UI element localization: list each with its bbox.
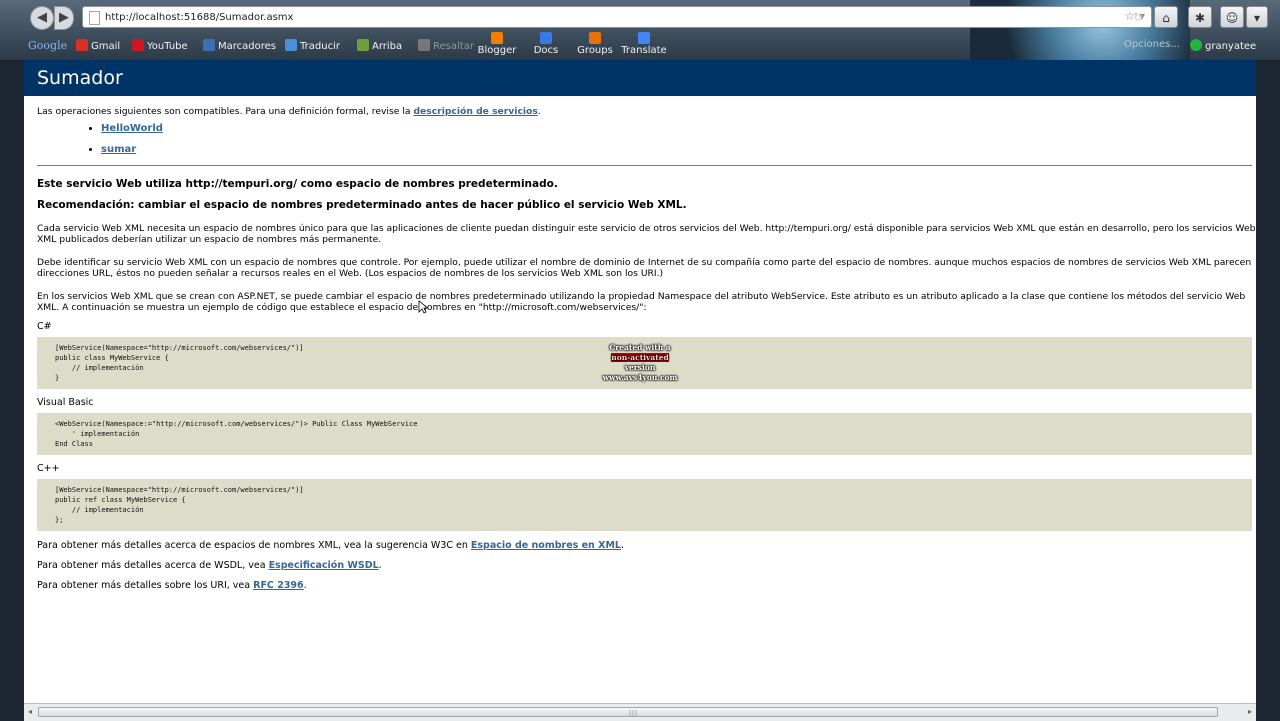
list-item: HelloWorld [101, 123, 1256, 134]
bookmark-resaltar[interactable]: Resaltar [418, 39, 474, 52]
reload-icon: ↻ [1132, 10, 1144, 24]
watermark: Created with a non-activated version www… [602, 343, 678, 382]
intro-paragraph: Las operaciones siguientes son compatibl… [37, 106, 541, 117]
mouse-cursor-icon [418, 300, 428, 314]
divider [37, 165, 1252, 166]
paragraph: Cada servicio Web XML necesita un espaci… [37, 223, 1256, 245]
google-brand[interactable]: Google [28, 39, 67, 52]
rfc-link[interactable]: RFC 2396 [253, 580, 304, 591]
scrollbar-thumb[interactable]: ||| [38, 707, 1218, 717]
navigation-bar: ◀ ▶ ☆ ▾ ↻ ⌂ ✱ ☺ ▾ [0, 0, 1280, 34]
bookmark-gmail[interactable]: Gmail [76, 39, 120, 52]
back-arrow-icon: ◀ [37, 10, 47, 25]
gmail-icon [76, 39, 88, 51]
app-groups[interactable]: Groups [569, 32, 621, 56]
star-bookmark-icon [203, 39, 215, 51]
footer-note: Para obtener más detalles acerca de espa… [37, 540, 624, 551]
service-description-link[interactable]: descripción de servicios [413, 106, 537, 117]
bookmark-youtube[interactable]: YouTube [132, 39, 188, 52]
code-sample-vb: <WebService(Namespace:="http://microsoft… [37, 413, 1252, 455]
code-language-label: Visual Basic [37, 397, 94, 408]
paragraph: Debe identificar su servicio Web XML con… [37, 257, 1252, 279]
bookmark-traducir[interactable]: Traducir [285, 39, 340, 52]
menu-button[interactable]: ▾ [1246, 6, 1268, 28]
page-icon [89, 11, 100, 25]
arrow-up-icon [357, 39, 369, 51]
wsdl-spec-link[interactable]: Especificación WSDL [269, 560, 379, 571]
grip-icon: ||| [629, 710, 639, 717]
pencil-icon [418, 39, 430, 51]
footer-note: Para obtener más detalles acerca de WSDL… [37, 560, 382, 571]
online-status-icon [1190, 39, 1202, 51]
user-profile[interactable]: granyatee [1190, 39, 1256, 52]
translate-app-icon [638, 32, 650, 44]
home-button[interactable]: ⌂ [1154, 6, 1178, 28]
horizontal-scrollbar[interactable]: ◂ ||| ▸ [24, 703, 1256, 721]
xml-namespace-link[interactable]: Espacio de nombres en XML [471, 540, 621, 551]
paragraph: En los servicios Web XML que se crean co… [37, 291, 1246, 313]
code-language-label: C++ [37, 463, 60, 474]
bookmark-arriba[interactable]: Arriba [357, 39, 402, 52]
browser-chrome: ◀ ▶ ☆ ▾ ↻ ⌂ ✱ ☺ ▾ Google Gmail YouTube M… [0, 0, 1280, 60]
bookmark-star-icon: ✱ [1194, 11, 1206, 25]
smiley-icon: ☺ [1225, 11, 1239, 25]
wrench-icon: ▾ [1253, 11, 1261, 25]
operation-link-sumar[interactable]: sumar [101, 144, 136, 155]
bookmark-marcadores[interactable]: Marcadores [203, 39, 276, 52]
reload-button[interactable]: ↻ [1126, 6, 1150, 28]
app-translate[interactable]: Translate [618, 32, 670, 56]
page-title: Sumador [24, 60, 1256, 96]
scroll-left-icon[interactable]: ◂ [28, 707, 32, 716]
footer-note: Para obtener más detalles sobre los URI,… [37, 580, 307, 591]
back-button[interactable]: ◀ [30, 6, 54, 30]
options-label[interactable]: Opciones... [1124, 39, 1180, 50]
youtube-icon [132, 39, 144, 51]
app-blogger[interactable]: Blogger [471, 32, 523, 56]
app-docs[interactable]: Docs [520, 32, 572, 56]
operation-link-helloworld[interactable]: HelloWorld [101, 123, 163, 134]
extension-button[interactable]: ☺ [1220, 6, 1244, 28]
bookmark-manager-button[interactable]: ✱ [1188, 6, 1212, 28]
namespace-heading: Este servicio Web utiliza http://tempuri… [37, 178, 558, 190]
address-bar[interactable]: ☆ ▾ [82, 6, 1152, 28]
code-sample-cpp: [WebService(Namespace="http://microsoft.… [37, 479, 1252, 531]
forward-button[interactable]: ▶ [54, 6, 74, 30]
blogger-icon [491, 32, 503, 44]
web-page: Sumador Las operaciones siguientes son c… [24, 60, 1256, 703]
scroll-right-icon[interactable]: ▸ [1248, 707, 1252, 716]
forward-arrow-icon: ▶ [59, 10, 69, 25]
code-language-label: C# [37, 321, 52, 332]
list-item: sumar [101, 144, 1256, 155]
url-input[interactable] [105, 9, 1085, 25]
recommendation-heading: Recomendación: cambiar el espacio de nom… [37, 199, 687, 211]
operations-list: HelloWorld sumar [37, 123, 1256, 155]
home-icon: ⌂ [1162, 11, 1170, 25]
groups-icon [589, 32, 601, 44]
docs-icon [540, 32, 552, 44]
translate-icon [285, 39, 297, 51]
